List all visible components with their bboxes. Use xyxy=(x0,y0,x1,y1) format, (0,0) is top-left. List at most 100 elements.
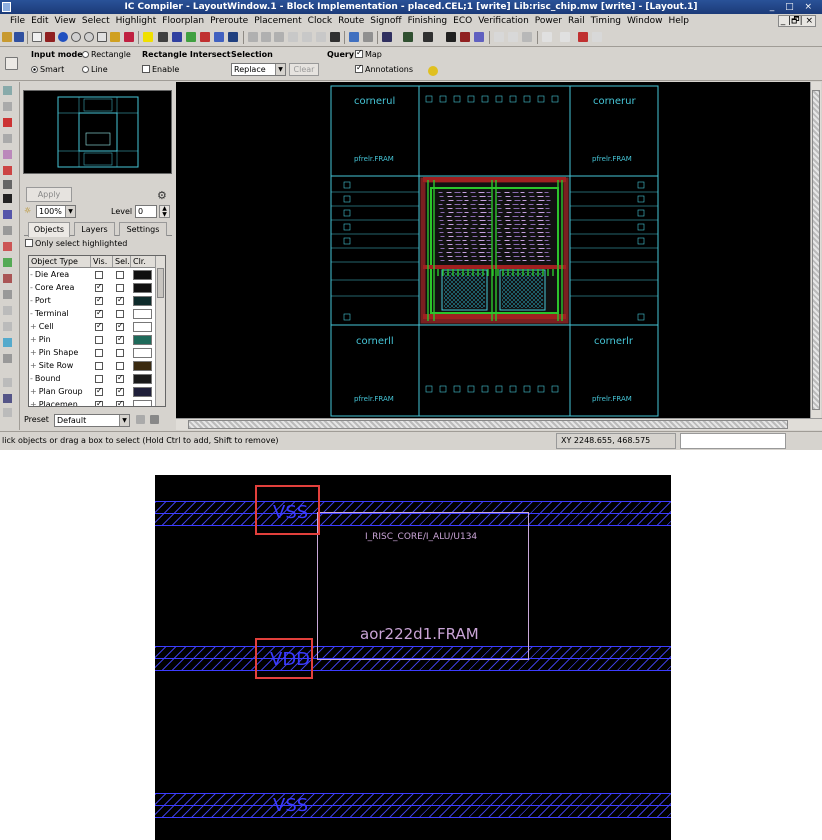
refresh-icon[interactable] xyxy=(330,32,340,42)
level-spinner[interactable]: 0 xyxy=(135,205,157,218)
pencil-icon[interactable] xyxy=(45,32,55,42)
smart-radio[interactable]: Smart xyxy=(31,65,64,74)
expand-icon[interactable]: + xyxy=(30,400,37,406)
tool-icon[interactable] xyxy=(3,354,12,363)
selectable-checkbox[interactable] xyxy=(116,284,124,292)
menu-preroute[interactable]: Preroute xyxy=(207,14,251,29)
tool-icon[interactable] xyxy=(3,166,12,175)
table-row[interactable]: - Terminal xyxy=(29,308,155,321)
table-row[interactable]: - Bound xyxy=(29,373,155,386)
menu-help[interactable]: Help xyxy=(665,14,692,29)
tool-icon[interactable] xyxy=(3,180,12,189)
color-swatch[interactable] xyxy=(133,322,152,332)
color-swatch[interactable] xyxy=(133,335,152,345)
redo-icon[interactable] xyxy=(560,32,570,42)
selectable-checkbox[interactable] xyxy=(116,321,124,331)
col-clr[interactable]: Clr. xyxy=(131,256,155,267)
tab-settings[interactable]: Settings xyxy=(119,222,167,236)
rectangle-radio[interactable]: Rectangle xyxy=(82,50,131,59)
scroll-thumb[interactable] xyxy=(157,268,164,298)
expand-icon[interactable]: + xyxy=(30,322,37,331)
color-swatch[interactable] xyxy=(133,400,152,406)
visible-checkbox[interactable] xyxy=(95,295,103,305)
color-swatch[interactable] xyxy=(133,283,152,293)
tool-icon[interactable] xyxy=(3,378,12,387)
selectable-checkbox[interactable] xyxy=(116,271,124,279)
visible-checkbox[interactable] xyxy=(95,336,103,344)
menu-clock[interactable]: Clock xyxy=(305,14,335,29)
visible-checkbox[interactable] xyxy=(95,271,103,279)
color-swatch[interactable] xyxy=(133,296,152,306)
layout-icon[interactable] xyxy=(403,32,413,42)
col-vis[interactable]: Vis. xyxy=(91,256,113,267)
overview-minimap[interactable] xyxy=(23,90,172,174)
net-icon[interactable] xyxy=(186,32,196,42)
mdi-controls[interactable]: _ |🗗| × xyxy=(777,15,816,27)
tool-icon[interactable] xyxy=(3,394,12,403)
color-swatch[interactable] xyxy=(133,361,152,371)
selectable-checkbox[interactable] xyxy=(116,362,124,370)
selectable-checkbox[interactable] xyxy=(116,295,124,305)
tool-icon[interactable] xyxy=(3,86,12,95)
align-icon[interactable] xyxy=(494,32,504,42)
col-sel[interactable]: Sel. xyxy=(113,256,131,267)
menu-signoff[interactable]: Signoff xyxy=(367,14,404,29)
menu-power[interactable]: Power xyxy=(532,14,565,29)
tab-layers[interactable]: Layers xyxy=(74,222,115,236)
select-mode-icon[interactable] xyxy=(5,57,18,70)
selectable-checkbox[interactable] xyxy=(116,349,124,357)
info-icon[interactable] xyxy=(58,32,68,42)
color-swatch[interactable] xyxy=(133,348,152,358)
menu-select[interactable]: Select xyxy=(79,14,113,29)
menu-window[interactable]: Window xyxy=(624,14,666,29)
tool-icon[interactable] xyxy=(3,150,12,159)
zoom-sel-icon[interactable] xyxy=(302,32,312,42)
tool-icon[interactable] xyxy=(3,118,12,127)
table-row[interactable]: + Placemen xyxy=(29,399,155,406)
pan-icon[interactable] xyxy=(97,32,107,42)
table-row[interactable]: + Site Row xyxy=(29,360,155,373)
zoom-fit-icon[interactable] xyxy=(248,32,258,42)
table-scrollbar[interactable] xyxy=(155,256,165,406)
canvas-horizontal-scrollbar[interactable] xyxy=(176,418,822,430)
open-icon[interactable] xyxy=(2,32,12,42)
undo-icon[interactable] xyxy=(542,32,552,42)
menu-route[interactable]: Route xyxy=(335,14,367,29)
table-row[interactable]: + Pin Shape xyxy=(29,347,155,360)
canvas-vertical-scrollbar[interactable] xyxy=(810,82,821,418)
only-select-highlighted-checkbox[interactable]: Only select highlighted xyxy=(25,239,127,248)
menu-file[interactable]: File xyxy=(0,14,28,29)
schematic-icon[interactable] xyxy=(446,32,456,42)
rotate-icon[interactable] xyxy=(592,32,602,42)
menu-view[interactable]: View xyxy=(52,14,79,29)
table-row[interactable]: + Cell xyxy=(29,321,155,334)
help-icon[interactable] xyxy=(428,66,438,76)
menu-placement[interactable]: Placement xyxy=(251,14,304,29)
spread-icon[interactable] xyxy=(522,32,532,42)
col-object-type[interactable]: Object Type xyxy=(29,256,91,267)
table-row[interactable]: - Core Area xyxy=(29,282,155,295)
gear-icon[interactable]: ⚙ xyxy=(157,189,167,202)
ruler-icon[interactable] xyxy=(110,32,120,42)
tool-icon[interactable] xyxy=(3,306,12,315)
scroll-thumb[interactable] xyxy=(812,90,820,410)
table-row[interactable]: - Port xyxy=(29,295,155,308)
visible-checkbox[interactable] xyxy=(95,375,103,383)
tool-icon[interactable] xyxy=(3,134,12,143)
tool-icon[interactable] xyxy=(3,102,12,111)
visible-checkbox[interactable] xyxy=(95,308,103,318)
expand-icon[interactable]: + xyxy=(30,361,37,370)
hier-icon[interactable] xyxy=(423,32,433,42)
visible-checkbox[interactable] xyxy=(95,362,103,370)
annotations-checkbox[interactable]: Annotations xyxy=(355,63,413,74)
color-swatch[interactable] xyxy=(133,374,152,384)
view-icon[interactable] xyxy=(382,32,392,42)
save-preset-icon[interactable] xyxy=(136,415,145,424)
tool-icon[interactable] xyxy=(3,258,12,267)
enable-checkbox[interactable]: Enable xyxy=(142,65,179,74)
select-pointer-icon[interactable] xyxy=(32,32,42,42)
highlight-dropdown-icon[interactable] xyxy=(158,32,168,42)
stop-icon[interactable] xyxy=(460,32,470,42)
color-swatch[interactable] xyxy=(133,387,152,397)
menu-rail[interactable]: Rail xyxy=(565,14,588,29)
